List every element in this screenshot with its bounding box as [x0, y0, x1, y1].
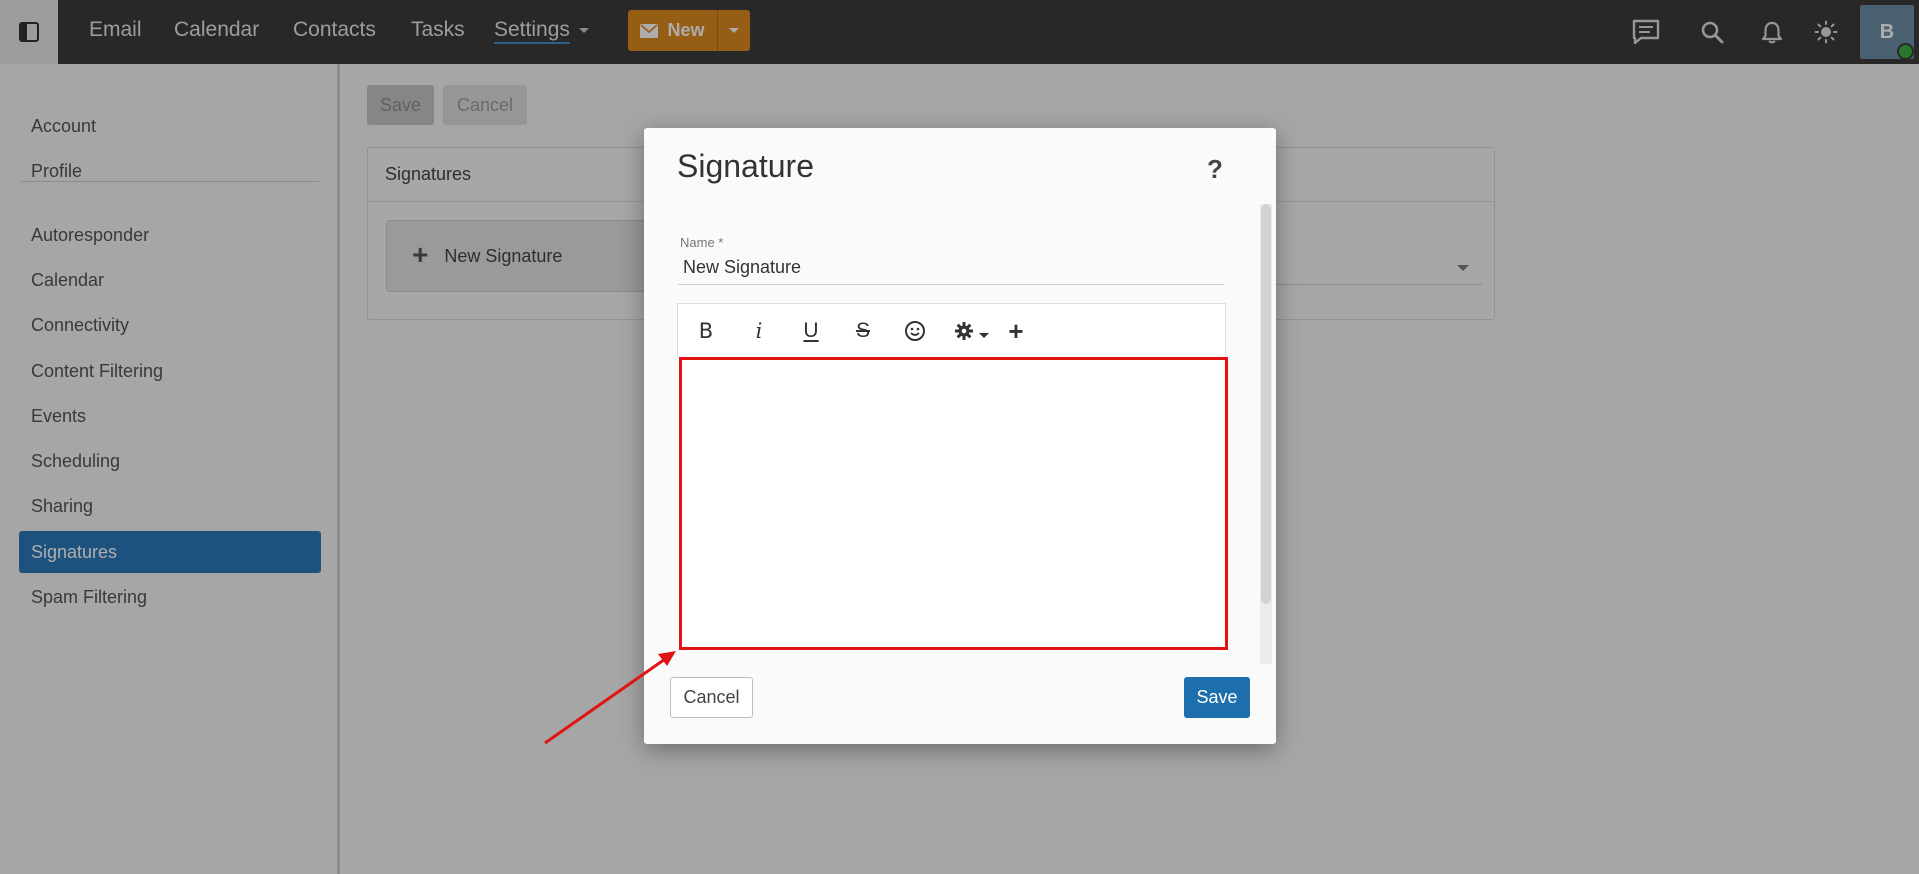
underline-button[interactable]: U: [793, 314, 829, 348]
signature-dialog: Signature ? Name * B i U S: [644, 128, 1276, 744]
editor-toolbar: B i U S +: [677, 303, 1226, 357]
dialog-title: Signature: [677, 148, 814, 184]
cancel-button[interactable]: Cancel: [670, 677, 753, 718]
chevron-down-icon: [978, 332, 989, 338]
bold-button[interactable]: B: [688, 314, 724, 348]
signature-editor[interactable]: [679, 357, 1228, 650]
dialog-scrollbar-thumb[interactable]: [1261, 204, 1271, 604]
name-field-label: Name *: [680, 235, 724, 250]
name-field[interactable]: [678, 251, 1224, 285]
italic-button[interactable]: i: [741, 314, 777, 348]
strikethrough-button[interactable]: S: [845, 314, 881, 348]
help-icon[interactable]: ?: [1207, 154, 1223, 185]
gear-icon: [954, 322, 973, 340]
insert-button[interactable]: +: [998, 314, 1034, 348]
dialog-scrollbar[interactable]: [1260, 204, 1272, 664]
settings-dropdown-button[interactable]: [947, 314, 995, 348]
emoji-button[interactable]: [897, 314, 933, 348]
save-button[interactable]: Save: [1184, 677, 1250, 718]
emoji-icon: [905, 321, 925, 341]
